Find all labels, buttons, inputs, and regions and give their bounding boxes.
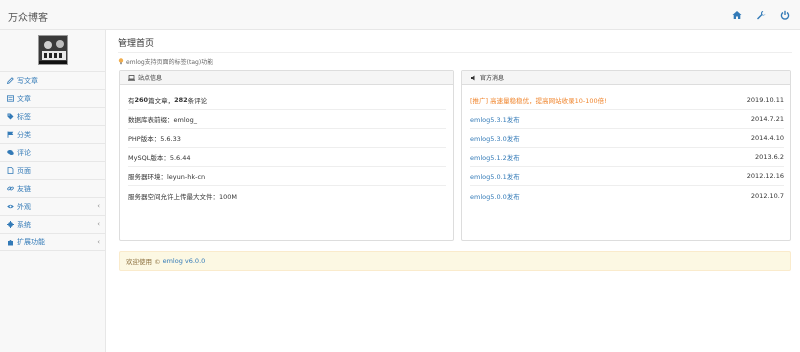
sidebar-item-label: 标签 <box>17 112 31 121</box>
sidebar-item-categories[interactable]: 分类 <box>0 125 106 143</box>
list-item: [推广] 高速量稳稳优，提高网站收录10-100倍! 2019.10.11 <box>470 91 784 110</box>
sidebar-item-pages[interactable]: 页面 <box>0 161 106 179</box>
site-info-list: 有 260 篇文章， 282 条评论 数据库表前缀：emlog_ PHP版本：5… <box>128 91 446 205</box>
news-date: 2014.7.21 <box>750 115 784 123</box>
gear-icon <box>7 221 14 228</box>
sidebar-item-label: 评论 <box>17 148 31 157</box>
site-info-panel: 站点信息 有 260 篇文章， 282 条评论 数据库表前缀：emlog_ PH… <box>119 70 454 241</box>
news-title: 官方消息 <box>480 75 505 82</box>
wrench-icon[interactable] <box>756 10 766 20</box>
list-item: emlog5.1.2发布 2013.6.2 <box>470 148 784 167</box>
sidebar-item-articles[interactable]: 文章 <box>0 89 106 107</box>
top-icons <box>732 10 790 20</box>
news-link[interactable]: emlog5.1.2发布 <box>470 152 520 162</box>
sidebar-item-label: 分类 <box>17 130 31 139</box>
site-brand[interactable]: 万众博客 <box>8 9 48 24</box>
news-heading: 官方消息 <box>462 71 790 85</box>
sidebar-item-label: 写文章 <box>17 76 38 85</box>
news-link[interactable]: emlog5.0.1发布 <box>470 171 520 181</box>
sidebar-item-extensions[interactable]: 扩展功能 ‹ <box>0 233 106 251</box>
stat-articles-mid: 篇文章， <box>148 97 175 105</box>
sidebar-item-write[interactable]: 写文章 <box>0 71 106 89</box>
stat-row-server: 服务器环境：leyun-hk-cn <box>128 167 446 186</box>
flag-icon <box>7 131 14 138</box>
chevron-left-icon: ‹ <box>97 202 100 210</box>
stat-row-counts: 有 260 篇文章， 282 条评论 <box>128 91 446 110</box>
chevron-left-icon: ‹ <box>97 220 100 228</box>
list-item: emlog5.0.1发布 2012.12.16 <box>470 167 784 186</box>
tip-line: emlog支持页面的标签(tag)功能 <box>118 57 213 66</box>
stat-comments-count: 282 <box>174 96 188 104</box>
stat-row-upload: 服务器空间允许上传最大文件：100M <box>128 192 238 201</box>
title-divider <box>118 52 792 53</box>
power-icon[interactable] <box>780 10 790 20</box>
sidebar-item-comments[interactable]: 评论 <box>0 143 106 161</box>
tags-icon <box>7 113 14 120</box>
sidebar-item-label: 扩展功能 <box>17 238 45 246</box>
list-item: emlog5.3.0发布 2014.4.10 <box>470 129 784 148</box>
file-icon <box>7 167 14 174</box>
link-icon <box>7 186 14 191</box>
news-list: [推广] 高速量稳稳优，提高网站收录10-100倍! 2019.10.11 em… <box>470 91 784 205</box>
sidebar-item-label: 文章 <box>17 94 31 103</box>
tip-text: emlog支持页面的标签(tag)功能 <box>126 59 214 66</box>
lightbulb-icon <box>118 58 124 65</box>
sidebar-nav: 写文章 文章 标签 分类 评论 页面 友链 外观 ‹ 系统 ‹ 扩展功能 ‹ <box>0 71 106 251</box>
comments-icon <box>7 150 14 155</box>
site-info-title: 站点信息 <box>138 75 163 82</box>
volume-icon <box>471 75 475 80</box>
sidebar-item-links[interactable]: 友链 <box>0 179 106 197</box>
news-date: 2012.10.7 <box>750 191 784 200</box>
news-date: 2013.6.2 <box>755 153 784 161</box>
sidebar-item-system[interactable]: 系统 ‹ <box>0 215 106 233</box>
news-date: 2019.10.11 <box>746 96 784 104</box>
avatar-image <box>39 36 67 64</box>
sidebar-item-label: 外观 <box>17 202 31 211</box>
top-navbar: 万众博客 <box>0 0 800 30</box>
list-icon <box>7 95 14 102</box>
laptop-icon <box>128 74 135 81</box>
news-panel: 官方消息 [推广] 高速量稳稳优，提高网站收录10-100倍! 2019.10.… <box>461 70 791 241</box>
list-item: emlog5.0.0发布 2012.10.7 <box>470 186 784 205</box>
news-link[interactable]: emlog5.3.1发布 <box>470 114 520 124</box>
news-link[interactable]: emlog5.0.0发布 <box>470 191 520 201</box>
news-link[interactable]: [推广] 高速量稳稳优，提高网站收录10-100倍! <box>470 95 607 105</box>
sidebar-item-label: 页面 <box>17 166 31 175</box>
welcome-notice: 欢迎使用 © emlog v6.0.0 <box>119 251 791 271</box>
sidebar-item-tags[interactable]: 标签 <box>0 107 106 125</box>
sidebar-item-label: 系统 <box>17 220 31 229</box>
pencil-icon <box>7 77 14 84</box>
list-item: emlog5.3.1发布 2014.7.21 <box>470 110 784 129</box>
home-icon[interactable] <box>732 10 742 20</box>
emlog-version-link[interactable]: emlog v6.0.0 <box>163 257 206 265</box>
puzzle-icon <box>8 239 13 245</box>
sidebar-item-label: 友链 <box>17 184 31 193</box>
chevron-left-icon: ‹ <box>97 238 100 246</box>
news-link[interactable]: emlog5.3.0发布 <box>470 133 520 143</box>
stat-row-mysql: MySQL版本：5.6.44 <box>128 148 446 167</box>
stat-articles-count: 260 <box>134 96 149 104</box>
sidebar-item-appearance[interactable]: 外观 ‹ <box>0 197 106 215</box>
welcome-text: 欢迎使用 © <box>126 258 161 266</box>
news-date: 2012.12.16 <box>746 172 784 180</box>
stat-row-db-prefix: 数据库表前缀：emlog_ <box>128 110 446 129</box>
page-title: 管理首页 <box>118 39 155 49</box>
sidebar: 写文章 文章 标签 分类 评论 页面 友链 外观 ‹ 系统 ‹ 扩展功能 ‹ <box>0 30 106 352</box>
avatar[interactable] <box>38 35 68 65</box>
news-date: 2014.4.10 <box>750 134 784 142</box>
eye-icon <box>7 204 14 209</box>
site-info-heading: 站点信息 <box>120 71 453 85</box>
stat-row-php: PHP版本：5.6.33 <box>128 129 446 148</box>
stat-comments-suffix: 条评论 <box>187 97 208 105</box>
